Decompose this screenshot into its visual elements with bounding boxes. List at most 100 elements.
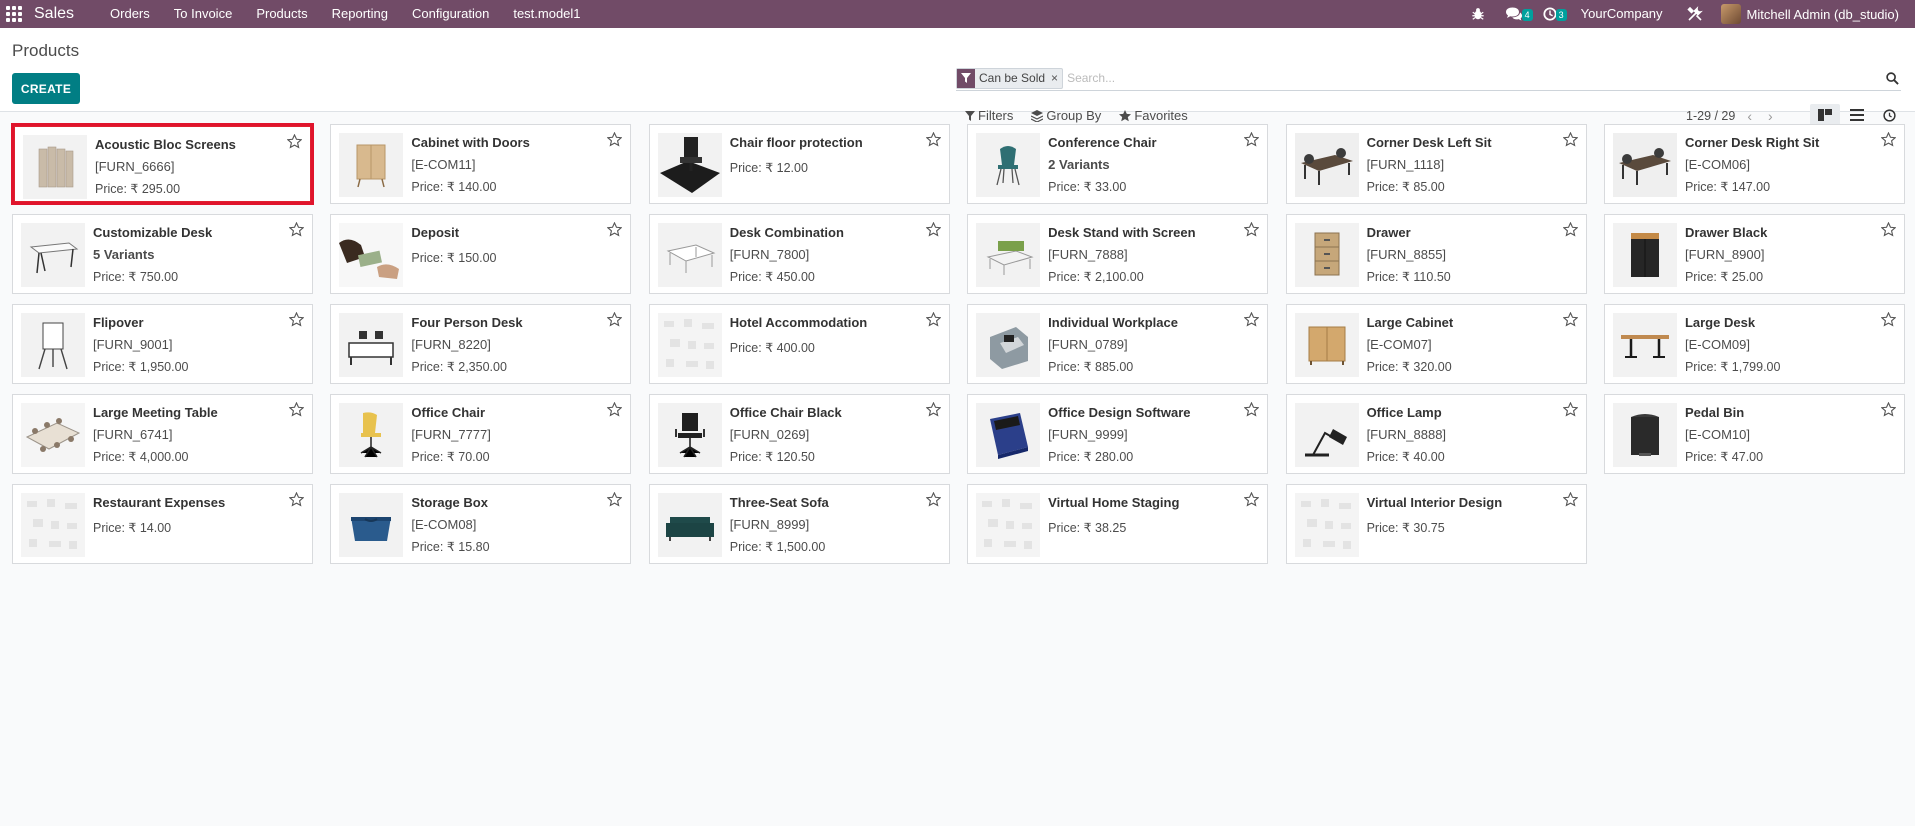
favorite-star-icon[interactable] xyxy=(925,221,942,240)
product-card[interactable]: Desk Stand with Screen [FURN_7888] Price: … xyxy=(967,214,1269,294)
kanban-view-button[interactable] xyxy=(1810,104,1840,126)
product-name: Individual Workplace xyxy=(1048,315,1178,330)
favorite-star-icon[interactable] xyxy=(1243,401,1260,420)
favorite-star-icon[interactable] xyxy=(1880,221,1897,240)
product-card[interactable]: Hotel Accommodation Price: ₹ 400.00 xyxy=(648,304,950,384)
favorite-star-icon[interactable] xyxy=(606,221,623,240)
product-card[interactable]: Flipover [FURN_9001] Price: ₹ 1,950.00 xyxy=(12,304,313,384)
pager-value[interactable]: 1-29 / 29 xyxy=(1686,109,1735,123)
menu-products[interactable]: Products xyxy=(244,0,319,28)
favorite-star-icon[interactable] xyxy=(1243,311,1260,330)
product-info: Large Meeting Table [FURN_6741] Price: ₹ 4… xyxy=(93,395,218,473)
product-card[interactable]: Customizable Desk 5 Variants Price: ₹ 750.… xyxy=(12,214,313,294)
favorite-star-icon[interactable] xyxy=(1243,131,1260,150)
company-switcher[interactable]: YourCompany xyxy=(1569,0,1675,28)
product-card[interactable]: Drawer Black [FURN_8900] Price: ₹ 25.00 xyxy=(1603,214,1905,294)
favorite-star-icon[interactable] xyxy=(606,311,623,330)
product-card[interactable]: Drawer [FURN_8855] Price: ₹ 110.50 xyxy=(1285,214,1587,294)
product-card[interactable]: Restaurant Expenses Price: ₹ 14.00 xyxy=(12,484,313,564)
messages-button[interactable]: 4 xyxy=(1497,7,1533,21)
apps-grid-icon xyxy=(6,6,22,22)
search-input[interactable] xyxy=(1067,71,1883,85)
favorite-star-icon[interactable] xyxy=(1880,311,1897,330)
search-bar: Can be Sold × xyxy=(956,66,1901,91)
list-view-button[interactable] xyxy=(1842,104,1872,126)
favorite-star-icon[interactable] xyxy=(1243,491,1260,510)
favorite-star-icon[interactable] xyxy=(1243,221,1260,240)
activity-view-button[interactable] xyxy=(1874,104,1904,126)
pager-next-icon[interactable]: › xyxy=(1764,108,1777,124)
favorite-star-icon[interactable] xyxy=(288,221,305,240)
apps-menu-button[interactable] xyxy=(0,0,28,28)
product-name: Cabinet with Doors xyxy=(411,135,530,150)
product-card[interactable]: Storage Box [E-COM08] Price: ₹ 15.80 xyxy=(330,484,632,564)
favorite-star-icon[interactable] xyxy=(1562,221,1579,240)
favorite-star-icon[interactable] xyxy=(925,401,942,420)
menu-configuration[interactable]: Configuration xyxy=(400,0,501,28)
favorite-star-icon[interactable] xyxy=(1562,311,1579,330)
product-code: [FURN_8999] xyxy=(729,517,810,532)
favorite-star-icon[interactable] xyxy=(925,491,942,510)
user-menu[interactable]: Mitchell Admin (db_studio) xyxy=(1715,4,1903,24)
product-card[interactable]: Four Person Desk [FURN_8220] Price: ₹ 2,35… xyxy=(330,304,632,384)
menu-orders[interactable]: Orders xyxy=(98,0,162,28)
product-code: [FURN_8888] xyxy=(1366,427,1447,442)
favorite-star-icon[interactable] xyxy=(1562,401,1579,420)
facet-remove-button[interactable]: × xyxy=(1049,69,1062,88)
product-image xyxy=(339,313,404,377)
product-info: Restaurant Expenses Price: ₹ 14.00 xyxy=(93,485,225,563)
favorite-star-icon[interactable] xyxy=(925,131,942,150)
favorite-star-icon[interactable] xyxy=(606,491,623,510)
product-card[interactable]: Pedal Bin [E-COM10] Price: ₹ 47.00 xyxy=(1603,394,1905,474)
product-card[interactable]: Three-Seat Sofa [FURN_8999] Price: ₹ 1,500… xyxy=(648,484,950,564)
favorite-star-icon[interactable] xyxy=(925,311,942,330)
menu-test-model1[interactable]: test.model1 xyxy=(501,0,592,28)
product-card[interactable]: Office Chair [FURN_7777] Price: ₹ 70.00 xyxy=(330,394,632,474)
studio-tools-icon[interactable] xyxy=(1679,6,1711,22)
product-card[interactable]: Virtual Interior Design Price: ₹ 30.75 xyxy=(1285,484,1587,564)
app-brand[interactable]: Sales xyxy=(34,5,74,23)
product-image xyxy=(1294,403,1359,467)
product-card[interactable]: Office Design Software [FURN_9999] Price: … xyxy=(967,394,1269,474)
product-price: Price: ₹ 15.80 xyxy=(411,540,490,554)
filters-button[interactable]: Filters xyxy=(965,108,1013,123)
favorite-star-icon[interactable] xyxy=(1880,131,1897,150)
search-icon[interactable] xyxy=(1883,71,1901,85)
groupby-button[interactable]: Group By xyxy=(1031,108,1101,123)
favorite-star-icon[interactable] xyxy=(606,131,623,150)
product-card[interactable]: Deposit Price: ₹ 150.00 xyxy=(330,214,632,294)
favorite-star-icon[interactable] xyxy=(288,491,305,510)
product-image xyxy=(1294,313,1359,377)
product-card[interactable]: Large Desk [E-COM09] Price: ₹ 1,799.00 xyxy=(1603,304,1905,384)
product-card[interactable]: Conference Chair 2 Variants Price: ₹ 33.00 xyxy=(967,124,1269,204)
activities-button[interactable]: 3 xyxy=(1535,7,1567,21)
create-button[interactable]: CREATE xyxy=(12,73,80,104)
product-card[interactable]: Desk Combination [FURN_7800] Price: ₹ 450.… xyxy=(648,214,950,294)
product-card[interactable]: Individual Workplace [FURN_0789] Price: ₹ … xyxy=(967,304,1269,384)
product-card[interactable]: Corner Desk Right Sit [E-COM06] Price: ₹ 1… xyxy=(1603,124,1905,204)
product-card[interactable]: Office Chair Black [FURN_0269] Price: ₹ 12… xyxy=(648,394,950,474)
favorite-star-icon[interactable] xyxy=(606,401,623,420)
debug-bug-icon[interactable] xyxy=(1463,7,1493,21)
favorite-star-icon[interactable] xyxy=(1562,491,1579,510)
product-card[interactable]: Virtual Home Staging Price: ₹ 38.25 xyxy=(967,484,1269,564)
product-card[interactable]: Cabinet with Doors [E-COM11] Price: ₹ 140.… xyxy=(330,124,632,204)
favorite-star-icon[interactable] xyxy=(1880,401,1897,420)
favorite-star-icon[interactable] xyxy=(288,401,305,420)
pager-prev-icon[interactable]: ‹ xyxy=(1743,108,1756,124)
favorite-star-icon[interactable] xyxy=(1562,131,1579,150)
layers-icon xyxy=(1031,109,1044,122)
product-card[interactable]: Chair floor protection Price: ₹ 12.00 xyxy=(648,124,950,204)
menu-to-invoice[interactable]: To Invoice xyxy=(162,0,245,28)
product-price: Price: ₹ 280.00 xyxy=(1048,450,1134,464)
favorites-button[interactable]: Favorites xyxy=(1119,108,1188,123)
menu-reporting[interactable]: Reporting xyxy=(320,0,400,28)
product-card[interactable]: Large Cabinet [E-COM07] Price: ₹ 320.00 xyxy=(1285,304,1587,384)
product-card[interactable]: Corner Desk Left Sit [FURN_1118] Price: ₹ … xyxy=(1285,124,1587,204)
product-card[interactable]: Large Meeting Table [FURN_6741] Price: ₹ 4… xyxy=(12,394,313,474)
product-card[interactable]: Acoustic Bloc Screens [FURN_6666] Price: ₹… xyxy=(11,123,314,205)
favorite-star-icon[interactable] xyxy=(286,133,303,152)
product-card[interactable]: Office Lamp [FURN_8888] Price: ₹ 40.00 xyxy=(1285,394,1587,474)
favorite-star-icon[interactable] xyxy=(288,311,305,330)
product-price: Price: ₹ 147.00 xyxy=(1684,180,1771,194)
